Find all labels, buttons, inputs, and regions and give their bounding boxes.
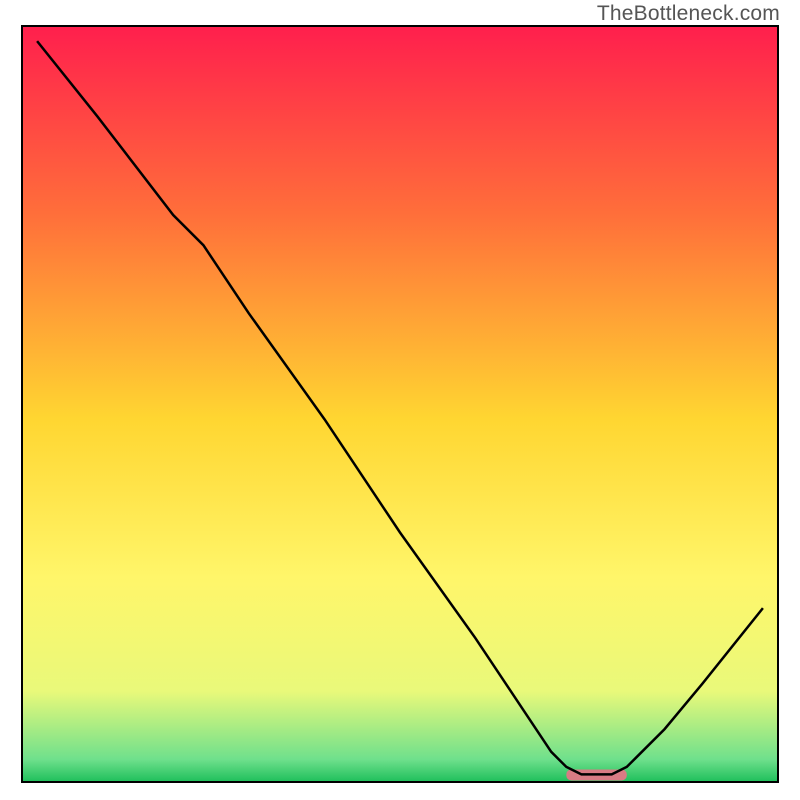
chart-canvas bbox=[0, 0, 800, 800]
watermark-text: TheBottleneck.com bbox=[597, 2, 780, 26]
plot-background bbox=[22, 26, 778, 782]
